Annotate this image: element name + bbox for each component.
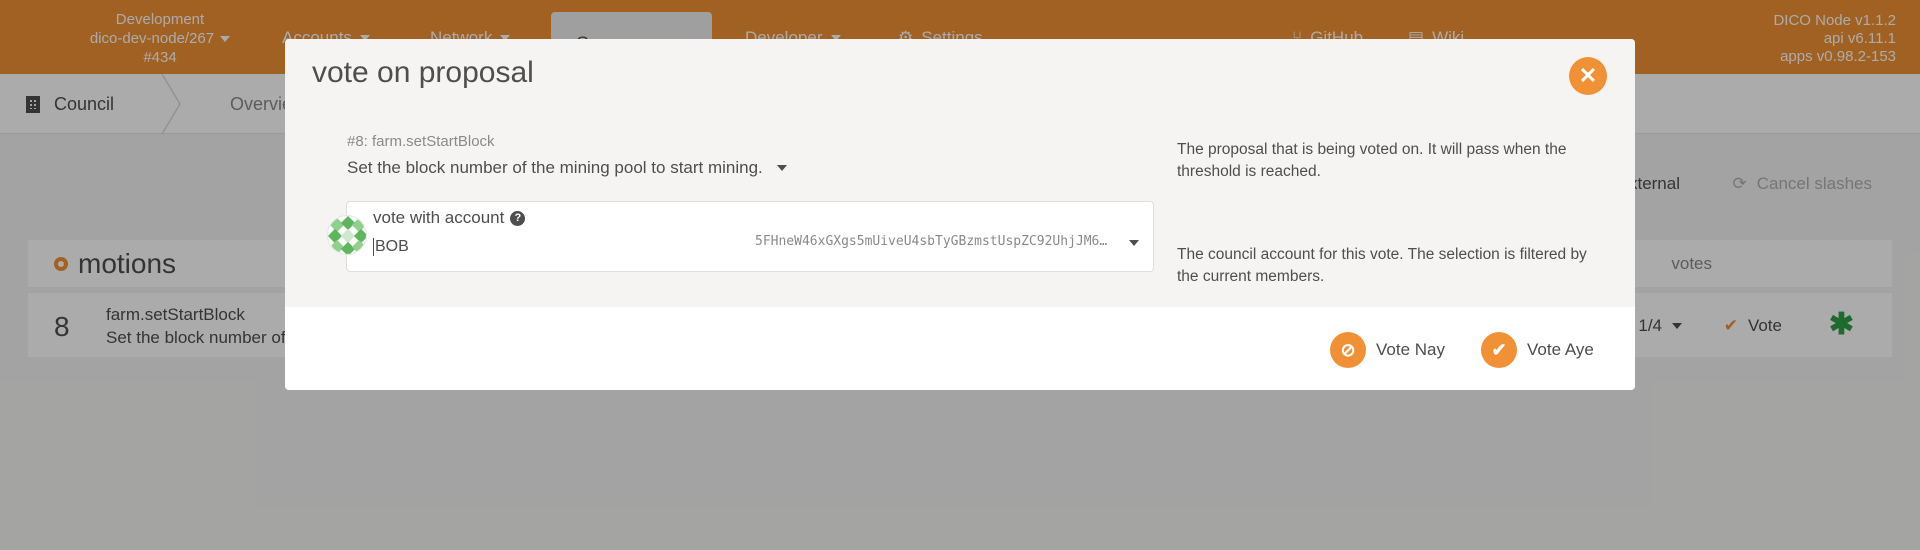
close-icon: ✕ <box>1578 63 1598 88</box>
account-help-text: The council account for this vote. The s… <box>1177 246 1587 285</box>
vote-aye-label: Vote Aye <box>1527 340 1594 359</box>
vote-nay-label: Vote Nay <box>1376 340 1445 359</box>
modal-header: vote on proposal ✕ <box>285 39 1635 111</box>
proposal-help-text: The proposal that is being voted on. It … <box>1177 141 1567 180</box>
chevron-down-icon[interactable] <box>1129 240 1139 246</box>
account-label-text: vote with account <box>373 208 505 227</box>
vote-aye-button[interactable]: ✔ Vote Aye <box>1481 332 1594 368</box>
modal-actions: ⊘ Vote Nay ✔ Vote Aye <box>285 307 1635 390</box>
close-button[interactable]: ✕ <box>1569 57 1607 95</box>
proposal-dropdown[interactable]: Set the block number of the mining pool … <box>347 158 787 178</box>
proposal-label: #8: farm.setStartBlock <box>347 133 495 150</box>
modal-body: #8: farm.setStartBlock Set the block num… <box>285 111 1635 307</box>
modal-title: vote on proposal <box>312 56 534 89</box>
proposal-value: Set the block number of the mining pool … <box>347 158 763 177</box>
account-name[interactable]: BOB <box>373 238 409 256</box>
vote-modal: vote on proposal ✕ #8: farm.setStartBloc… <box>285 39 1635 390</box>
ban-icon: ⊘ <box>1330 332 1366 368</box>
chevron-down-icon <box>776 165 787 171</box>
check-icon: ✔ <box>1481 332 1517 368</box>
account-address: 5FHneW46xGXgs5mUiveU4sbTyGBzmstUspZC92Uh… <box>755 234 1115 249</box>
account-field-label: vote with account ? <box>373 208 526 228</box>
vote-nay-button[interactable]: ⊘ Vote Nay <box>1330 332 1445 368</box>
account-selector[interactable]: vote with account ? BOB 5FHneW46xGXgs5mU… <box>327 201 1154 272</box>
account-identicon <box>327 215 367 255</box>
question-icon[interactable]: ? <box>510 210 526 226</box>
